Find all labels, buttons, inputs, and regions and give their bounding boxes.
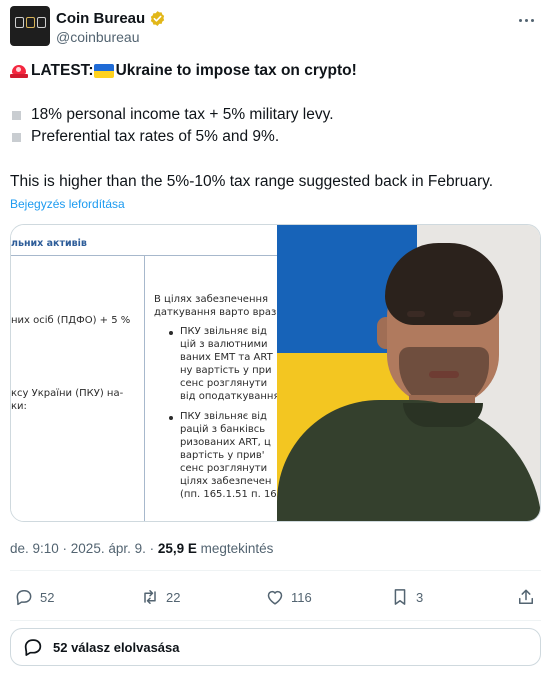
document-line: вартість у прив' (180, 450, 265, 461)
divider (10, 570, 541, 571)
share-button[interactable] (516, 584, 536, 610)
repost-count: 22 (166, 589, 181, 605)
tweet-meta: de. 9:10 · 2025. ápr. 9. · 25,9 E megtek… (10, 541, 273, 556)
document-line: ваних ЕМТ та ART (180, 352, 273, 363)
read-replies-label: 52 válasz elolvasása (53, 639, 180, 655)
document-bullet (169, 416, 173, 420)
document-image[interactable]: льних активів них осіб (ПДФО) + 5 % ксу … (11, 225, 283, 521)
headline-label: LATEST: (31, 62, 94, 79)
bookmark-icon (394, 589, 406, 605)
document-line: В цілях забезпечення (154, 294, 269, 305)
action-bar: 52 22 116 3 (10, 584, 541, 610)
author-name[interactable]: Coin Bureau (56, 10, 145, 27)
ukraine-flag-icon (93, 64, 114, 78)
bullet-text: Preferential tax rates of 5% and 9%. (31, 128, 280, 145)
speech-bubble-icon (24, 639, 42, 656)
share-icon (519, 589, 533, 604)
bullet-item: Preferential tax rates of 5% and 9%. (10, 127, 279, 147)
document-line: ризованих ART, ц (180, 437, 271, 448)
tweet-media[interactable]: льних активів них осіб (ПДФО) + 5 % ксу … (10, 224, 541, 522)
document-line: ки: (11, 401, 27, 412)
document-line: цілях забезпечен (180, 476, 272, 487)
reply-button[interactable]: 52 (14, 584, 54, 610)
portrait-collar (403, 403, 483, 427)
view-count[interactable]: 25,9 E (158, 541, 197, 556)
reply-icon (16, 590, 32, 606)
verified-badge-icon[interactable] (149, 10, 166, 27)
portrait-photo[interactable] (277, 225, 540, 521)
avatar[interactable] (10, 6, 50, 46)
document-line: ПКУ звільняє від (180, 411, 267, 422)
divider (10, 620, 541, 621)
avatar-tile (37, 17, 46, 28)
translate-post-link[interactable]: Bejegyzés lefordítása (10, 197, 125, 211)
like-count: 116 (291, 589, 312, 605)
like-button[interactable]: 116 (265, 584, 312, 610)
document-header: льних активів (11, 238, 87, 249)
document-bullet (169, 331, 173, 335)
view-count-label: megtekintés (196, 541, 274, 556)
document-line: сенс розглянути (180, 463, 268, 474)
portrait-mouth (429, 371, 459, 378)
document-line: рацій з банківсь (180, 424, 266, 435)
document-line: ПКУ звільняє від (180, 326, 267, 337)
document-line: даткування варто враз (154, 307, 277, 318)
document-line: ну вартість у при (180, 365, 272, 376)
document-line: них осіб (ПДФО) + 5 % (11, 315, 131, 326)
bullet-text: 18% personal income tax + 5% military le… (31, 106, 334, 123)
timestamp[interactable]: de. 9:10 · 2025. ápr. 9. · (10, 541, 158, 556)
bullet-square-icon (12, 110, 21, 120)
bullet-item: 18% personal income tax + 5% military le… (10, 105, 334, 125)
more-options-icon[interactable] (514, 10, 538, 30)
tweet-header: Coin Bureau @coinbureau (10, 6, 548, 48)
bookmark-count: 3 (416, 589, 424, 605)
author-name-row: Coin Bureau (56, 8, 166, 28)
repost-button[interactable]: 22 (140, 584, 180, 610)
document-column-divider (144, 256, 145, 521)
document-line: цій з валютними (180, 339, 268, 350)
heart-icon (267, 590, 283, 605)
tweet-paragraph: This is higher than the 5%-10% tax range… (10, 173, 494, 190)
avatar-tile (15, 17, 24, 28)
tweet-headline: LATEST: Ukraine to impose tax on crypto! (10, 61, 357, 81)
portrait-eye (453, 311, 471, 317)
document-line: від оподаткування (180, 391, 280, 402)
police-light-icon (10, 64, 28, 78)
document-line: ксу України (ПКУ) на- (11, 388, 124, 399)
headline-text: Ukraine to impose tax on crypto! (115, 62, 357, 79)
document-line: (пп. 165.1.51 п. 165 (180, 489, 284, 500)
read-replies-button[interactable]: 52 válasz elolvasása (10, 628, 541, 666)
author-handle[interactable]: @coinbureau (56, 29, 140, 45)
document-line: сенс розглянути (180, 378, 268, 389)
bookmark-button[interactable]: 3 (390, 584, 423, 610)
repost-icon (144, 590, 156, 604)
portrait-eye (407, 311, 425, 317)
bullet-square-icon (12, 132, 21, 142)
reply-count: 52 (40, 589, 55, 605)
portrait-hair (385, 243, 503, 325)
avatar-tile (26, 17, 35, 28)
